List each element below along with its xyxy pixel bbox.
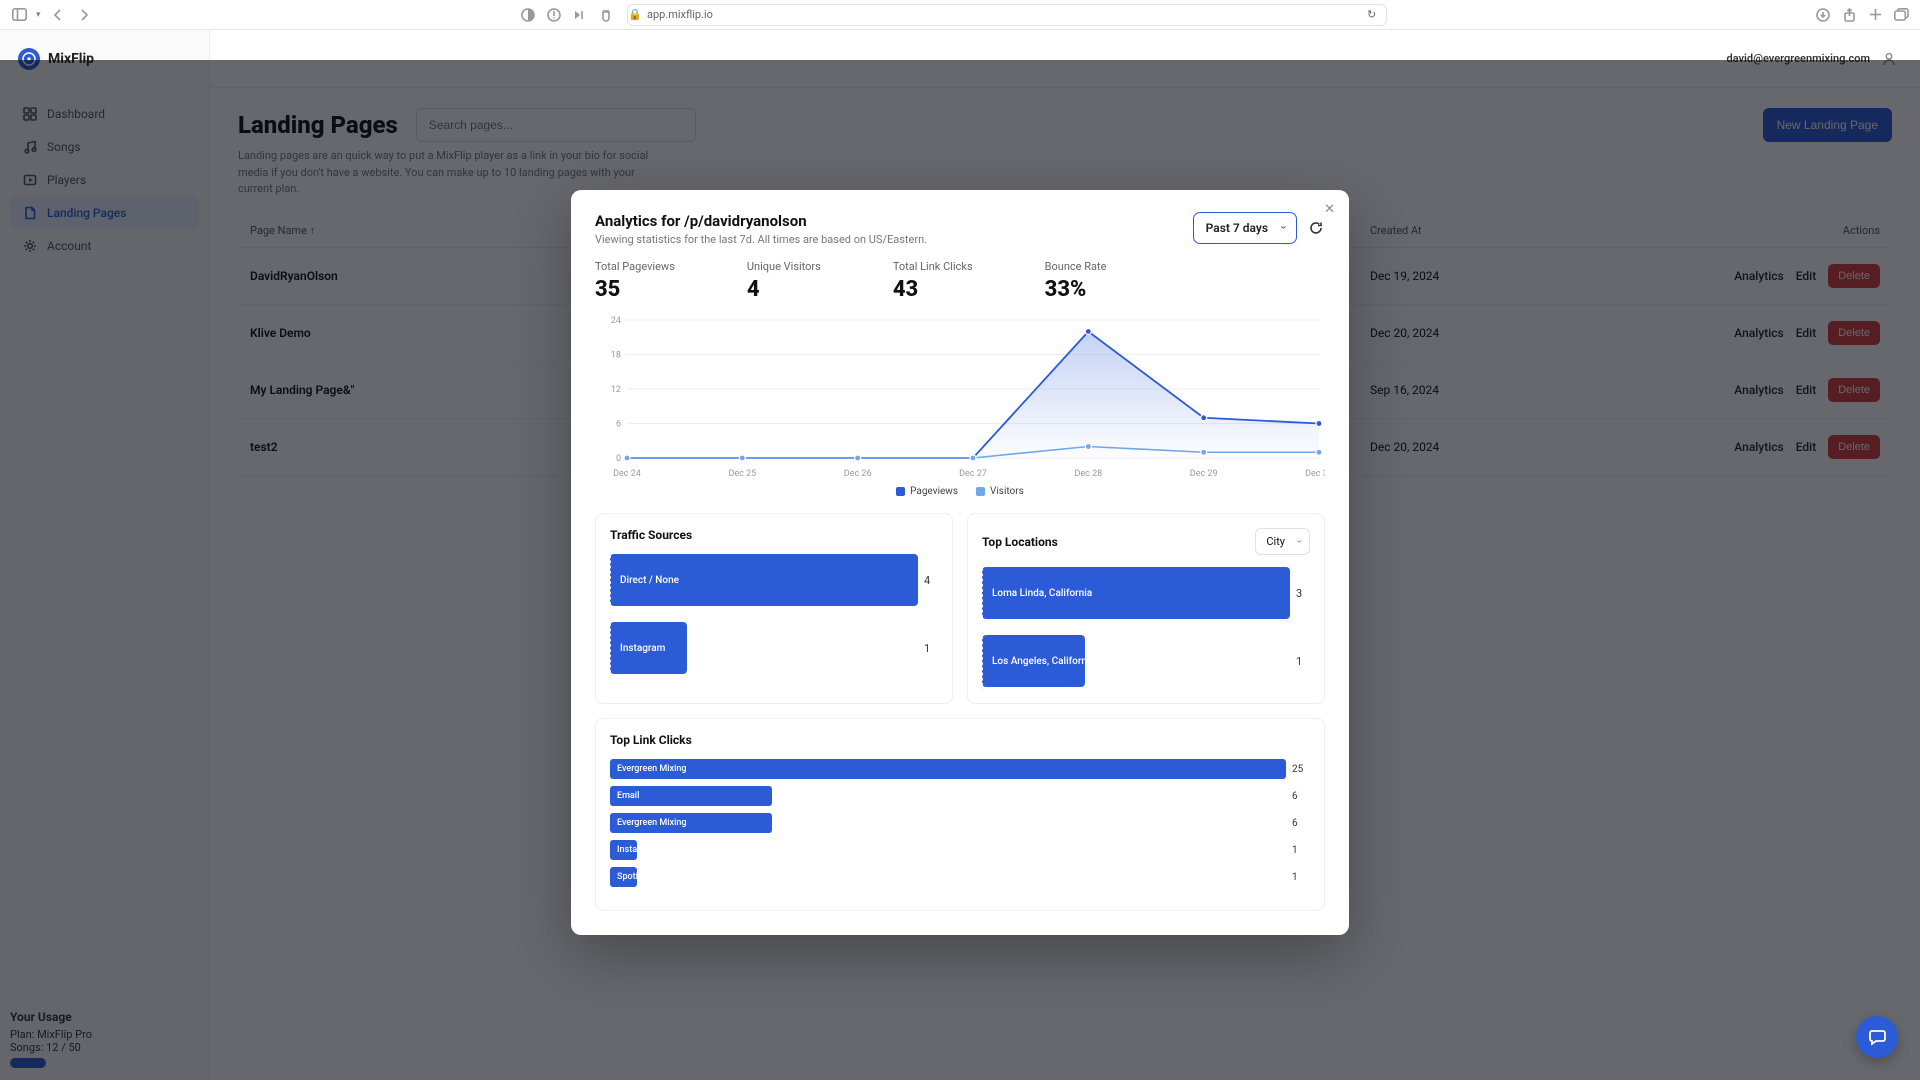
stat-value: 35 (595, 277, 675, 302)
traffic-title: Traffic Sources (610, 528, 692, 542)
stat: Total Link Clicks 43 (893, 260, 973, 302)
timeseries-chart: 0 6 12 18 24 Dec 24 Dec 25 Dec 26 Dec 27 Dec 28 De… (595, 312, 1325, 482)
contrast-icon[interactable] (519, 6, 537, 24)
bar-row: Instagram 1 (610, 840, 1310, 860)
modal-title: Analytics for /p/davidryanolson (595, 212, 927, 230)
bar: Los Angeles, California (982, 635, 1085, 687)
bar-row: Direct / None 4 (610, 554, 938, 606)
app-root: MixFlip DashboardSongsPlayersLanding Pag… (0, 30, 1920, 1080)
new-tab-icon[interactable] (1866, 6, 1884, 24)
back-icon[interactable] (49, 6, 67, 24)
svg-text:Dec 30: Dec 30 (1305, 469, 1325, 479)
svg-text:Dec 24: Dec 24 (613, 469, 641, 479)
bar-row: Evergreen Mixing 6 (610, 813, 1310, 833)
forward-icon[interactable] (75, 6, 93, 24)
url-text: app.mixflip.io (647, 8, 713, 21)
stat-value: 43 (893, 277, 973, 302)
svg-text:12: 12 (611, 385, 621, 395)
bar-row: Spotify 1 (610, 867, 1310, 887)
legend-label-visitors: Visitors (990, 486, 1024, 497)
reload-icon[interactable]: ↻ (1367, 8, 1386, 21)
browser-chrome: ▾ 🔒 app.mixflip.io ↻ (0, 0, 1920, 30)
chat-fab[interactable] (1856, 1016, 1898, 1058)
stat-label: Unique Visitors (747, 260, 821, 273)
legend-swatch-pageviews (896, 487, 905, 496)
bar: Email (610, 786, 772, 806)
svg-text:Dec 26: Dec 26 (844, 469, 872, 479)
stat-label: Total Pageviews (595, 260, 675, 273)
svg-text:6: 6 (616, 420, 621, 430)
top-link-clicks-panel: Top Link Clicks Evergreen Mixing 25 Email 6… (595, 718, 1325, 911)
tabs-icon[interactable] (1892, 6, 1910, 24)
sidebar-toggle-icon[interactable] (10, 6, 28, 24)
locations-scope-select[interactable]: City (1255, 528, 1310, 555)
svg-text:18: 18 (611, 351, 621, 361)
analytics-modal: ✕ Analytics for /p/davidryanolson Viewin… (571, 190, 1349, 935)
bar-value: 6 (1292, 818, 1310, 829)
bar: Loma Linda, California (982, 567, 1290, 619)
svg-text:Dec 28: Dec 28 (1074, 469, 1102, 479)
top-locations-panel: Top Locations City Loma Linda, Californi… (967, 513, 1325, 704)
bar-value: 3 (1296, 587, 1310, 600)
stat-label: Bounce Rate (1045, 260, 1107, 273)
stat-value: 4 (747, 277, 821, 302)
download-icon[interactable] (1814, 6, 1832, 24)
legend-label-pageviews: Pageviews (910, 486, 958, 497)
bar-value: 1 (1296, 655, 1310, 668)
locations-title: Top Locations (982, 535, 1058, 549)
bar-row: Email 6 (610, 786, 1310, 806)
svg-text:24: 24 (611, 316, 621, 326)
stat: Total Pageviews 35 (595, 260, 675, 302)
bar: Instagram (610, 840, 637, 860)
stats-row: Total Pageviews 35 Unique Visitors 4 Total L… (595, 260, 1325, 302)
bar-row: Instagram 1 (610, 622, 938, 674)
skip-icon[interactable] (571, 6, 589, 24)
bar: Spotify (610, 867, 637, 887)
bar-value: 1 (1292, 872, 1310, 883)
traffic-sources-panel: Traffic Sources Direct / None 4 Instagram 1 (595, 513, 953, 704)
bar: Direct / None (610, 554, 918, 606)
bar-value: 1 (924, 642, 938, 655)
bar-value: 25 (1292, 764, 1310, 775)
cup-icon[interactable] (597, 6, 615, 24)
close-icon[interactable]: ✕ (1324, 202, 1335, 217)
range-select[interactable]: Past 7 days (1193, 212, 1297, 244)
svg-text:Dec 29: Dec 29 (1190, 469, 1218, 479)
chevron-down-icon[interactable]: ▾ (36, 10, 41, 20)
bar-row: Loma Linda, California 3 (982, 567, 1310, 619)
legend-swatch-visitors (976, 487, 985, 496)
bar: Evergreen Mixing (610, 759, 1286, 779)
url-bar[interactable]: 🔒 app.mixflip.io ↻ (627, 4, 1387, 26)
refresh-icon[interactable] (1307, 219, 1325, 237)
lock-icon: 🔒 (628, 8, 642, 21)
bar-value: 1 (1292, 845, 1310, 856)
bar-value: 6 (1292, 791, 1310, 802)
svg-text:Dec 25: Dec 25 (728, 469, 756, 479)
stat-value: 33% (1045, 277, 1107, 302)
bar: Evergreen Mixing (610, 813, 772, 833)
chart-legend: Pageviews Visitors (595, 486, 1325, 497)
svg-text:0: 0 (616, 454, 621, 464)
stat: Bounce Rate 33% (1045, 260, 1107, 302)
svg-text:Dec 27: Dec 27 (959, 469, 987, 479)
modal-overlay[interactable]: ✕ Analytics for /p/davidryanolson Viewin… (0, 60, 1920, 1080)
stat-label: Total Link Clicks (893, 260, 973, 273)
share-icon[interactable] (1840, 6, 1858, 24)
modal-subtitle: Viewing statistics for the last 7d. All … (595, 233, 927, 246)
bar: Instagram (610, 622, 687, 674)
clicks-title: Top Link Clicks (610, 733, 692, 747)
stat: Unique Visitors 4 (747, 260, 821, 302)
bar-row: Los Angeles, California 1 (982, 635, 1310, 687)
shield-icon[interactable] (545, 6, 563, 24)
bar-row: Evergreen Mixing 25 (610, 759, 1310, 779)
bar-value: 4 (924, 574, 938, 587)
